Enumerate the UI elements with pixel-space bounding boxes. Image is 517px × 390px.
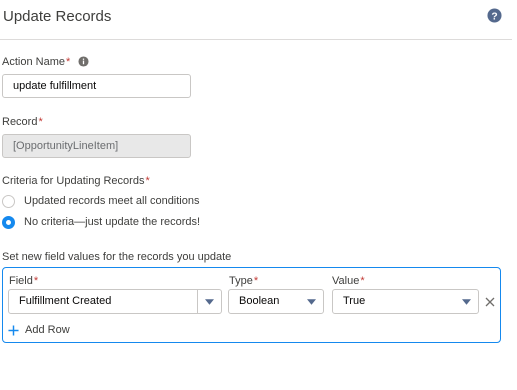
- field-lookup-input[interactable]: Fulfillment Created: [8, 289, 198, 314]
- action-name-label: Action Name*: [2, 56, 89, 68]
- required-mark: *: [65, 56, 71, 68]
- criteria-label-text: Criteria for Updating Records: [2, 175, 145, 187]
- required-mark: *: [33, 275, 39, 287]
- value-select[interactable]: True: [332, 289, 479, 314]
- chevron-down-icon: [462, 299, 471, 305]
- add-row-label: Add Row: [25, 324, 70, 336]
- radio-button-selected[interactable]: [2, 215, 15, 229]
- add-row-button[interactable]: Add Row: [8, 324, 70, 336]
- value-column-label: Value*: [332, 275, 365, 287]
- type-column-label: Type*: [229, 275, 258, 287]
- field-column-label: Field*: [9, 275, 38, 287]
- value-select-value: True: [343, 295, 366, 307]
- required-mark: *: [38, 116, 43, 128]
- criteria-label: Criteria for Updating Records*: [2, 175, 150, 187]
- header-divider: [0, 39, 512, 40]
- field-values-grid: Field* Type* Value* Fulfillment Created …: [2, 267, 501, 343]
- field-values-section-label: Set new field values for the records you…: [2, 251, 232, 263]
- record-label-text: Record: [2, 116, 38, 128]
- criteria-option-label: Updated records meet all conditions: [24, 195, 200, 207]
- required-mark: *: [253, 275, 259, 287]
- field-lookup-dropdown-button[interactable]: [198, 289, 222, 314]
- criteria-option-no-criteria[interactable]: No criteria—just update the records!: [2, 214, 200, 230]
- type-select[interactable]: Boolean: [228, 289, 324, 314]
- record-label: Record*: [2, 116, 43, 128]
- info-icon[interactable]: [78, 56, 89, 67]
- type-select-value: Boolean: [239, 295, 280, 307]
- value-column-label-text: Value: [332, 275, 360, 287]
- plus-icon: [8, 324, 19, 336]
- update-records-panel: Update Records ? Action Name* update ful…: [0, 0, 512, 390]
- svg-text:?: ?: [491, 11, 497, 22]
- required-mark: *: [145, 175, 150, 187]
- action-name-label-text: Action Name: [2, 56, 65, 68]
- panel-title: Update Records: [3, 8, 112, 25]
- question-circle-icon[interactable]: ?: [487, 8, 502, 23]
- required-mark: *: [360, 275, 365, 287]
- criteria-option-label: No criteria—just update the records!: [24, 216, 201, 228]
- criteria-option-conditions[interactable]: Updated records meet all conditions: [2, 193, 199, 209]
- record-input: [OpportunityLineItem]: [2, 134, 191, 158]
- field-column-label-text: Field: [9, 275, 33, 287]
- chevron-down-icon: [307, 299, 316, 305]
- chevron-down-icon: [205, 299, 214, 305]
- type-column-label-text: Type: [229, 275, 253, 287]
- action-name-input[interactable]: update fulfillment: [2, 74, 191, 98]
- close-icon[interactable]: [485, 297, 495, 307]
- radio-button[interactable]: [2, 194, 15, 208]
